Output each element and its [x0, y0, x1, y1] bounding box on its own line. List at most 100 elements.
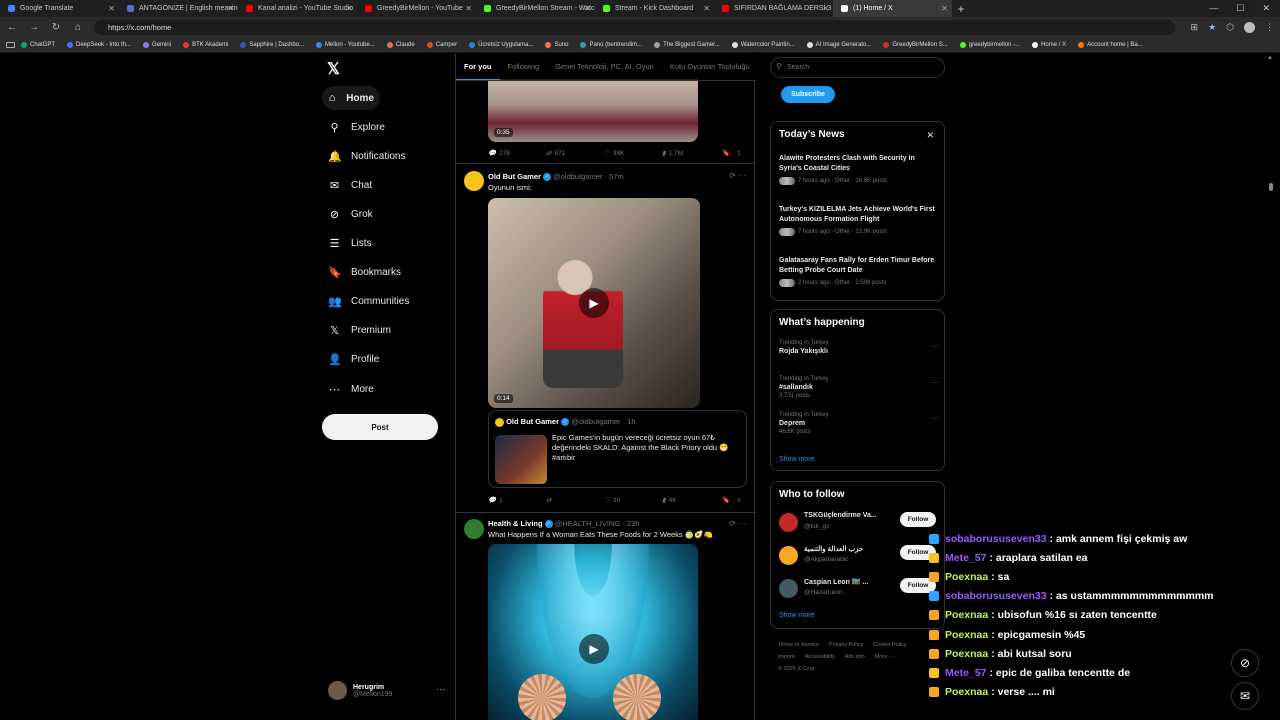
sidebar-item-profile[interactable]: 👤 Profile — [322, 348, 385, 372]
news-item[interactable]: Alawite Protesters Clash with Security i… — [779, 154, 939, 185]
sidebar-item-grok[interactable]: ⊘ Grok — [322, 202, 379, 226]
home-icon[interactable]: ⌂ — [72, 22, 84, 33]
quoted-post[interactable]: Old But Gamer ✓ @oldbutgamer · 1h Epic G… — [488, 410, 747, 488]
sidebar-item-more[interactable]: ⋯ More — [322, 377, 380, 401]
star-icon[interactable]: ★ — [1208, 22, 1216, 33]
trend-item[interactable]: Trending in Turkey Deprem 46.8K posts ··· — [779, 412, 939, 435]
translate-icon[interactable]: ⊞ — [1191, 22, 1199, 33]
browser-tab[interactable]: GreedyBirMellon Stream - Watch ✕ — [476, 0, 595, 17]
grok-icon[interactable]: ⊘ — [1231, 649, 1259, 677]
video-player[interactable]: ▶ — [488, 544, 698, 720]
messages-icon[interactable]: ✉ — [1231, 682, 1259, 710]
bookmark-item[interactable]: Ücretsiz Uygulama... — [463, 42, 539, 48]
avatar[interactable] — [464, 519, 484, 539]
grok-and-more-icon[interactable]: ⟳ ··· — [729, 519, 746, 528]
share-icon[interactable]: ⇪ — [736, 496, 741, 504]
browser-tab[interactable]: Kanal analizi - YouTube Studio ✕ — [238, 0, 357, 17]
footer-link[interactable]: Imprint — [778, 654, 795, 660]
bookmark-item[interactable]: Suno — [539, 42, 574, 48]
more-dots-icon[interactable]: ··· — [931, 414, 939, 423]
search-input[interactable]: Search — [770, 57, 945, 78]
play-icon[interactable]: ▶ — [579, 634, 609, 664]
avatar[interactable] — [779, 513, 798, 532]
tab-feed[interactable]: Genel Teknoloji, PC, AI, Oyun — [547, 53, 662, 80]
close-tab-icon[interactable]: ✕ — [703, 4, 710, 13]
author-handle[interactable]: @HEALTH_LIVING — [555, 519, 620, 528]
like-button[interactable]: ♡ 30 — [604, 496, 662, 505]
avatar[interactable] — [779, 546, 798, 565]
apps-icon[interactable] — [6, 42, 15, 48]
browser-tab[interactable]: ANTAGONIZE | English meaning - ✕ — [119, 0, 238, 17]
video-thumbnail[interactable]: 0:35 — [488, 79, 698, 142]
scrollbar-thumb[interactable] — [1269, 183, 1273, 191]
browser-tab[interactable]: GreedyBirMellon - YouTube ✕ — [357, 0, 476, 17]
new-tab-button[interactable]: + — [952, 0, 970, 17]
bookmark-item[interactable]: Pano (bentrendim... — [574, 42, 648, 48]
author-handle[interactable]: @oldbutgamer — [553, 172, 602, 181]
sidebar-item-lists[interactable]: ☰ Lists — [322, 232, 378, 256]
grok-and-more-icon[interactable]: ⟳ ··· — [729, 171, 746, 180]
reply-button[interactable]: 💬 278 — [488, 149, 546, 158]
suggestion-name[interactable]: TSKGüçlendirme Va... — [804, 512, 877, 519]
tab-feed[interactable]: For you — [456, 53, 500, 80]
video-player[interactable]: ▶ 0:14 — [488, 198, 700, 408]
forward-icon[interactable]: → — [28, 22, 40, 33]
scroll-up-icon[interactable]: ▲ — [1267, 55, 1273, 61]
trend-item[interactable]: Trending in Turkey Rojda Yakışıklı ··· — [779, 340, 939, 357]
close-tab-icon[interactable]: ✕ — [346, 4, 353, 13]
bookmark-item[interactable]: Account home | Ba... — [1072, 42, 1149, 48]
news-item[interactable]: Turkey's KIZILELMA Jets Achieve World's … — [779, 205, 939, 236]
share-icon[interactable]: ⇪ — [736, 149, 741, 157]
bookmark-item[interactable]: BTK Akademi — [177, 42, 234, 48]
footer-link[interactable]: Cookie Policy — [873, 642, 906, 648]
close-tab-icon[interactable]: ✕ — [465, 4, 472, 13]
suggestion-name[interactable]: Caspian Leon 🇦🇿 ... — [804, 578, 868, 586]
browser-tab[interactable]: SIFIRDAN BAĞLAMA DERSİ 3 (EN✕ — [714, 0, 833, 17]
show-more-link[interactable]: Show more — [779, 456, 814, 463]
close-window-icon[interactable]: ✕ — [1262, 3, 1270, 14]
url-input[interactable]: https://x.com/home — [94, 20, 1175, 35]
bookmark-item[interactable]: Claude — [381, 42, 421, 48]
bookmark-item[interactable]: The Biggest Gamer... — [648, 42, 726, 48]
more-dots-icon[interactable]: ··· — [436, 684, 445, 694]
sidebar-item-home[interactable]: ⌂ Home — [322, 86, 380, 110]
browser-tab[interactable]: (1) Home / X ✕ — [833, 0, 952, 17]
bookmark-item[interactable]: Sapphire | Dashbo... — [234, 42, 310, 48]
footer-link[interactable]: Privacy Policy — [829, 642, 863, 648]
suggestion-name[interactable]: حزب العدالة والتنمية — [804, 545, 863, 553]
footer-link[interactable]: Terms of Service — [778, 642, 819, 648]
close-tab-icon[interactable]: ✕ — [822, 4, 829, 13]
play-icon[interactable]: ▶ — [579, 288, 609, 318]
account-switcher[interactable]: Herugrim @Mellon199 ··· — [328, 681, 445, 700]
trend-item[interactable]: Trending in Turkey #sallandık 3,731 posts ·… — [779, 376, 939, 399]
maximize-icon[interactable]: ☐ — [1236, 3, 1244, 14]
footer-link[interactable]: © 2025 X Corp. — [778, 666, 816, 672]
like-button[interactable]: ♡ 38K — [604, 149, 662, 158]
footer-link[interactable]: Ads info — [845, 654, 865, 660]
post-time[interactable]: · 57m — [605, 172, 624, 181]
reload-icon[interactable]: ↻ — [50, 22, 62, 33]
tab-feed[interactable]: Following — [500, 53, 548, 80]
close-tab-icon[interactable]: ✕ — [584, 4, 591, 13]
post-time[interactable]: · 23h — [622, 519, 639, 528]
bookmark-item[interactable]: Camper — [421, 42, 463, 48]
profile-avatar[interactable] — [1244, 22, 1255, 33]
subscribe-button[interactable]: Subscribe — [781, 86, 835, 103]
bookmark-icon[interactable]: 🔖 — [722, 149, 736, 157]
avatar[interactable] — [779, 579, 798, 598]
avatar[interactable] — [464, 171, 484, 191]
bookmark-item[interactable]: ChatGPT — [15, 42, 61, 48]
back-icon[interactable]: ← — [6, 22, 18, 33]
close-tab-icon[interactable]: ✕ — [227, 4, 234, 13]
close-icon[interactable]: ✕ — [926, 130, 934, 141]
repost-button[interactable]: ⇄ 971 — [546, 149, 604, 158]
bookmark-item[interactable]: DeepSeek - Into th... — [61, 42, 137, 48]
author-name[interactable]: Old But Gamer — [488, 172, 541, 181]
footer-link[interactable]: Accessibility — [805, 654, 835, 660]
browser-tab[interactable]: Google Translate ✕ — [0, 0, 119, 17]
browser-tab[interactable]: Stream - Kick Dashboard ✕ — [595, 0, 714, 17]
reply-button[interactable]: 💬 1 — [488, 496, 546, 505]
minimize-icon[interactable]: — — [1209, 3, 1218, 14]
bookmark-item[interactable]: Home / X — [1026, 42, 1072, 48]
post-button[interactable]: Post — [322, 414, 438, 440]
